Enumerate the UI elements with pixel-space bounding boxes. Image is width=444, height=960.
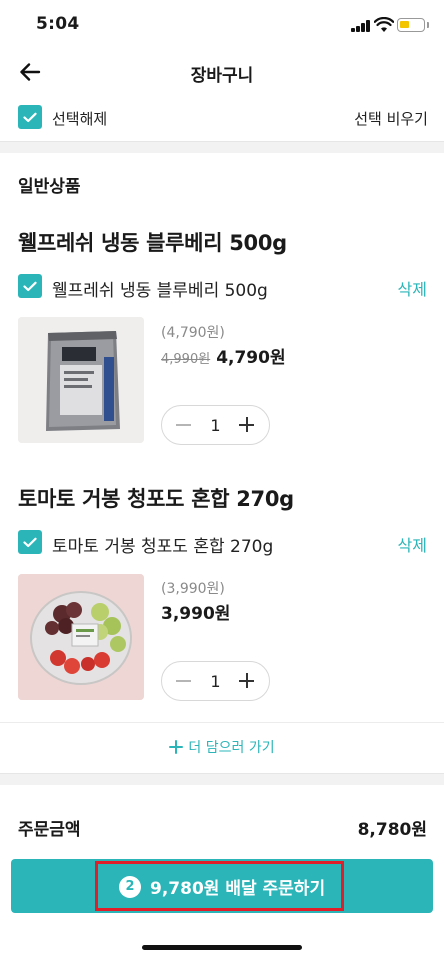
select-all-label: 선택해제 xyxy=(52,110,108,128)
blueberry-package-image xyxy=(18,317,144,443)
section-title: 일반상품 xyxy=(18,172,85,197)
page-title: 장바구니 xyxy=(190,66,254,86)
product-name: 토마토 거봉 청포도 혼합 270g xyxy=(18,487,294,511)
list-divider xyxy=(0,722,444,723)
original-price: 4,990원 xyxy=(161,352,211,367)
item-count-badge: 2 xyxy=(119,875,141,898)
product-name: 웰프레쉬 냉동 블루베리 500g xyxy=(18,231,287,255)
item-checkbox[interactable] xyxy=(18,530,42,554)
clear-selected-button[interactable]: 선택 비우기 xyxy=(354,108,428,129)
order-amount-label: 주문금액 xyxy=(18,820,81,840)
product-image-fruit-mix[interactable] xyxy=(18,574,144,700)
order-button-content[interactable]: 2 9,780원 배달 주문하기 xyxy=(119,874,325,899)
status-time: 5:04 xyxy=(36,14,80,34)
home-indicator xyxy=(142,945,302,950)
quantity-value: 1 xyxy=(210,415,221,435)
decrease-quantity-button[interactable] xyxy=(174,671,194,691)
quantity-value: 1 xyxy=(210,671,221,691)
check-icon xyxy=(23,537,37,547)
check-icon xyxy=(23,112,37,122)
price-line: 3,990원 xyxy=(161,599,230,624)
price-line: 4,990원 4,790원 xyxy=(161,343,286,368)
decrease-quantity-button[interactable] xyxy=(174,415,194,435)
wifi-icon xyxy=(374,17,394,32)
quantity-stepper: 1 xyxy=(161,661,270,701)
battery-icon xyxy=(397,18,425,32)
summary-divider xyxy=(0,773,444,785)
section-title-text: 일반상품 xyxy=(18,177,81,197)
status-bar: 5:04 xyxy=(0,0,444,50)
increase-quantity-button[interactable] xyxy=(237,671,257,691)
item-checkbox[interactable] xyxy=(18,274,42,298)
cellular-signal-icon xyxy=(351,20,371,32)
unit-price: (3,990원) xyxy=(161,581,225,597)
select-all-checkbox[interactable] xyxy=(18,105,42,129)
item-option-label: 토마토 거봉 청포도 혼합 270g xyxy=(52,537,274,557)
plus-icon xyxy=(169,740,184,754)
item-option-label: 웰프레쉬 냉동 블루베리 500g xyxy=(52,281,268,301)
check-icon xyxy=(23,281,37,291)
current-price: 4,790원 xyxy=(216,348,286,368)
order-amount-value: 8,780원 xyxy=(357,820,427,840)
selection-row: 선택해제 선택 비우기 xyxy=(0,98,444,138)
increase-quantity-button[interactable] xyxy=(237,415,257,435)
nav-bar: 장바구니 xyxy=(0,50,444,94)
add-more-label: 더 담으러 가기 xyxy=(188,740,275,756)
battery-cap xyxy=(427,22,429,28)
delete-button[interactable]: 삭제 xyxy=(398,532,427,556)
unit-price: (4,790원) xyxy=(161,325,225,341)
section-divider xyxy=(0,141,444,153)
fruit-container-image xyxy=(18,574,144,700)
add-more-button[interactable]: 더 담으러 가기 xyxy=(0,737,444,757)
product-image-blueberry[interactable] xyxy=(18,317,144,443)
quantity-stepper: 1 xyxy=(161,405,270,445)
current-price: 3,990원 xyxy=(161,604,231,624)
delete-button[interactable]: 삭제 xyxy=(398,276,427,300)
order-button-label: 9,780원 배달 주문하기 xyxy=(150,879,326,899)
